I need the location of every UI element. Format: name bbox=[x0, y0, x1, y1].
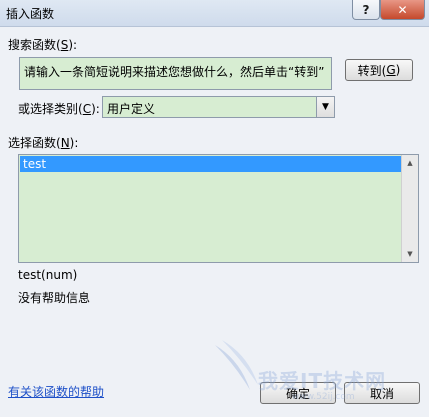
scrollbar[interactable]: ▲ ▼ bbox=[401, 155, 418, 262]
chevron-down-icon[interactable]: ▼ bbox=[316, 97, 334, 117]
help-button[interactable]: ? bbox=[352, 0, 380, 20]
down-arrow-icon[interactable]: ▼ bbox=[402, 246, 418, 262]
function-signature: test(num) bbox=[18, 268, 78, 282]
category-label: 或选择类别(C): bbox=[18, 102, 100, 116]
close-button[interactable]: ✕ bbox=[380, 0, 425, 20]
search-label: 搜索函数(S): bbox=[8, 38, 78, 52]
ok-button[interactable]: 确定 bbox=[260, 382, 336, 404]
cancel-button[interactable]: 取消 bbox=[344, 382, 420, 404]
category-select[interactable]: 用户定义 ▼ bbox=[102, 96, 335, 118]
category-value: 用户定义 bbox=[107, 102, 156, 116]
function-help-link[interactable]: 有关该函数的帮助 bbox=[8, 383, 104, 400]
search-input-text: 请输入一条简短说明来描述您想做什么，然后单击“转到” bbox=[24, 65, 325, 79]
up-arrow-icon[interactable]: ▲ bbox=[402, 155, 418, 171]
list-item[interactable]: test bbox=[20, 156, 402, 172]
function-list-label: 选择函数(N): bbox=[8, 136, 79, 150]
goto-button[interactable]: 转到(G) bbox=[345, 59, 413, 81]
help-icon: ? bbox=[362, 2, 370, 17]
window-title: 插入函数 bbox=[6, 7, 55, 21]
function-list[interactable]: test ▲ ▼ bbox=[18, 154, 419, 263]
title-bar: 插入函数 ? ✕ bbox=[0, 0, 429, 27]
function-description: 没有帮助信息 bbox=[18, 291, 91, 305]
close-icon: ✕ bbox=[397, 2, 408, 17]
search-input[interactable]: 请输入一条简短说明来描述您想做什么，然后单击“转到” bbox=[19, 57, 332, 90]
